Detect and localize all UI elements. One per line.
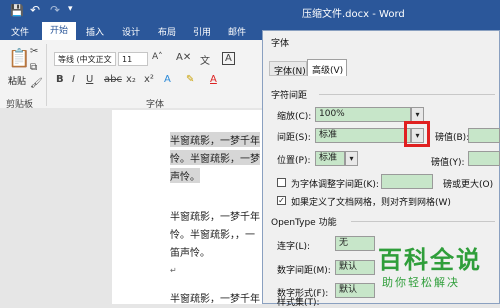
doc-line: 半窗疏影，一梦千年	[170, 212, 260, 223]
scale-select[interactable]: 100%	[315, 107, 411, 122]
doc-line: 笛声怜。	[170, 248, 210, 259]
redo-icon[interactable]: ↷	[50, 3, 60, 17]
highlight-box	[404, 121, 430, 147]
cut-icon[interactable]: ✂	[30, 46, 38, 57]
italic-icon[interactable]: I	[72, 74, 75, 85]
spacing-section-title: 字符间距	[271, 91, 308, 101]
grid-checkbox[interactable]: ✓	[277, 196, 286, 205]
bold-icon[interactable]: B	[56, 74, 64, 85]
qat-dropdown-icon[interactable]: ▾	[68, 4, 73, 14]
clear-format-icon[interactable]: A✕	[176, 52, 191, 63]
ribbon-divider	[46, 44, 47, 106]
doc-line: 半窗疏影，一梦千年	[170, 132, 260, 147]
underline-icon[interactable]: U	[86, 74, 93, 85]
tab-insert[interactable]: 插入	[86, 25, 104, 38]
phonetic-icon[interactable]: 文	[200, 52, 210, 67]
doc-line: 怜。半窗疏影，，一	[170, 230, 255, 241]
position-dropdown-button[interactable]: ▾	[345, 151, 358, 166]
doc-line: 声怜。	[170, 168, 200, 183]
window-title: 压缩文件.docx - Word	[302, 9, 405, 20]
ligatures-select[interactable]: 无	[335, 236, 375, 251]
kerning-checkbox[interactable]	[277, 178, 286, 187]
amount1-input[interactable]	[468, 128, 500, 143]
tab-references[interactable]: 引用	[193, 25, 211, 38]
font-color-icon[interactable]: A	[210, 74, 217, 85]
watermark-title: 百科全说	[378, 246, 482, 274]
tab-file[interactable]: 文件	[11, 25, 29, 38]
text-effects-icon[interactable]: A	[164, 74, 171, 85]
kerning-label: 为字体调整字间距(K):	[291, 180, 379, 190]
amount1-label: 磅值(B):	[435, 133, 470, 143]
section-divider	[351, 221, 495, 222]
watermark: 百科全说 助你轻松解决	[370, 240, 490, 298]
paragraph-mark-icon: ↵	[170, 266, 177, 275]
doc-line: 半窗疏影，一梦千年	[170, 294, 260, 305]
ligatures-label: 连字(L):	[277, 242, 311, 252]
tab-font-label: 字体(N)	[274, 67, 306, 77]
position-select[interactable]: 标准	[315, 151, 345, 166]
title-bar: 💾 ↶ ↷ ▾ 压缩文件.docx - Word	[0, 0, 500, 22]
watermark-subtitle: 助你轻松解决	[382, 276, 460, 289]
position-label: 位置(P):	[277, 156, 311, 166]
superscript-icon[interactable]: x²	[144, 74, 154, 85]
number-spacing-select[interactable]: 默认	[335, 260, 375, 275]
tab-font-dialog[interactable]: 字体(N)	[269, 61, 307, 77]
highlight-icon[interactable]: ✎	[186, 74, 194, 85]
dialog-title: 字体	[271, 39, 290, 49]
copy-icon[interactable]: ⧉	[30, 62, 37, 73]
paste-button[interactable]: 粘贴	[8, 74, 26, 87]
number-form-select[interactable]: 默认	[335, 283, 375, 298]
grid-label: 如果定义了文档网格，则对齐到网格(W)	[291, 198, 451, 208]
paste-icon[interactable]: 📋	[8, 48, 30, 69]
kerning-input[interactable]	[381, 174, 433, 189]
number-spacing-label: 数字间距(M):	[277, 266, 331, 276]
doc-line: 怜。半窗疏影，一梦	[170, 150, 260, 165]
scale-label: 缩放(C):	[277, 112, 312, 122]
amount2-input[interactable]	[468, 151, 500, 166]
kerning-suffix: 磅或更大(O)	[443, 180, 494, 190]
strikethrough-icon[interactable]: abc	[104, 74, 122, 85]
subscript-icon[interactable]: x₂	[126, 74, 136, 85]
font-size-select[interactable]: 11	[118, 52, 148, 66]
scale-dropdown-button[interactable]: ▾	[411, 107, 424, 122]
tab-advanced-label: 高级(V)	[312, 66, 344, 76]
spacing-label: 间距(S):	[277, 133, 311, 143]
undo-icon[interactable]: ↶	[30, 3, 40, 17]
stylistic-sets-label: 样式集(T):	[277, 298, 320, 308]
tab-advanced[interactable]: 高级(V)	[307, 59, 347, 76]
spacing-select[interactable]: 标准	[315, 128, 411, 143]
tab-home[interactable]: 开始	[42, 22, 76, 40]
char-border-icon[interactable]: A	[222, 52, 235, 65]
tab-mailings[interactable]: 邮件	[228, 25, 246, 38]
section-divider	[319, 94, 495, 95]
grow-font-icon[interactable]: A˄	[152, 52, 163, 62]
font-name-select[interactable]: 等线 (中文正文	[54, 52, 116, 66]
opentype-section-title: OpenType 功能	[271, 218, 337, 228]
amount2-label: 磅值(Y):	[431, 158, 465, 168]
tab-design[interactable]: 设计	[122, 25, 140, 38]
tab-layout[interactable]: 布局	[158, 25, 176, 38]
format-painter-icon[interactable]: 🖌	[30, 78, 43, 89]
save-icon[interactable]: 💾	[10, 4, 24, 17]
